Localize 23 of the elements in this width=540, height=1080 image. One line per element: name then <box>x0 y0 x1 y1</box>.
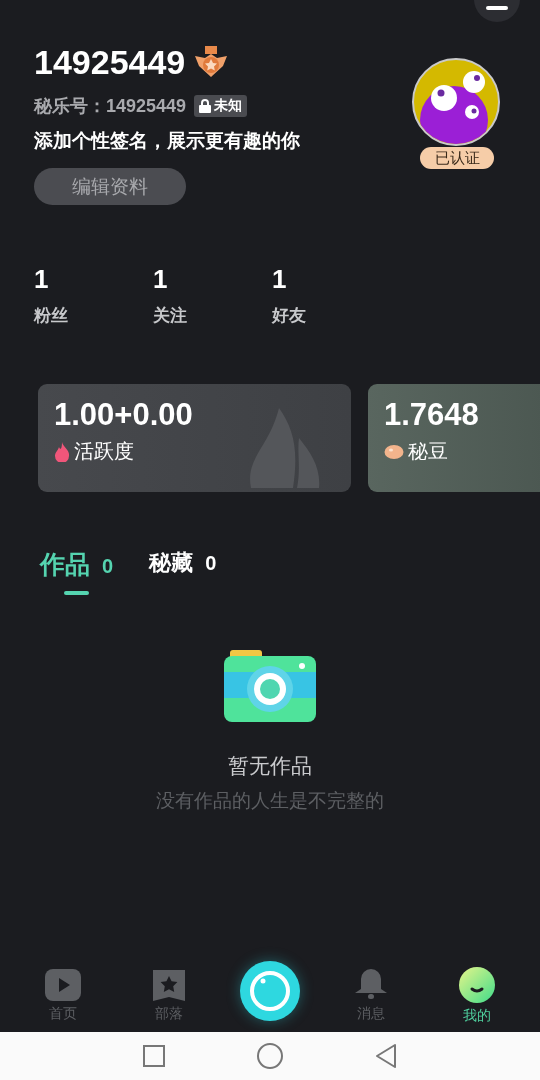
tab[interactable]: 秘藏 0 <box>149 548 217 592</box>
card-value: 1.7648 <box>384 396 480 434</box>
stat-label: 关注 <box>153 305 188 327</box>
stat-label: 好友 <box>272 305 307 327</box>
username: 14925449 <box>34 42 186 82</box>
tab[interactable]: 作品 0 <box>40 548 114 595</box>
card-label: 秘豆 <box>408 439 448 464</box>
signature-text: 添加个性签名，展示更有趣的你 <box>34 129 300 153</box>
beans-card[interactable]: 1.7648 秘豆 <box>368 384 540 492</box>
activity-card[interactable]: 1.00+0.00 活跃度 <box>38 384 351 492</box>
stat-value: 1 <box>272 264 288 294</box>
privacy-tag: 未知 <box>194 95 248 117</box>
user-id: 秘乐号：14925449 <box>34 95 187 118</box>
card-value: 1.00+0.00 <box>54 396 194 434</box>
edit-profile-button[interactable]: 编辑资料 <box>34 168 186 205</box>
stat-value: 1 <box>153 264 169 294</box>
nav-item[interactable]: 我的 <box>442 966 512 1025</box>
verified-badge: 已认证 <box>420 147 494 169</box>
stat-value: 1 <box>34 264 50 294</box>
empty-title: 暂无作品 <box>228 753 312 779</box>
card-label: 活跃度 <box>74 439 134 464</box>
stat-label: 粉丝 <box>34 305 69 327</box>
empty-subtitle: 没有作品的人生是不完整的 <box>156 789 384 813</box>
